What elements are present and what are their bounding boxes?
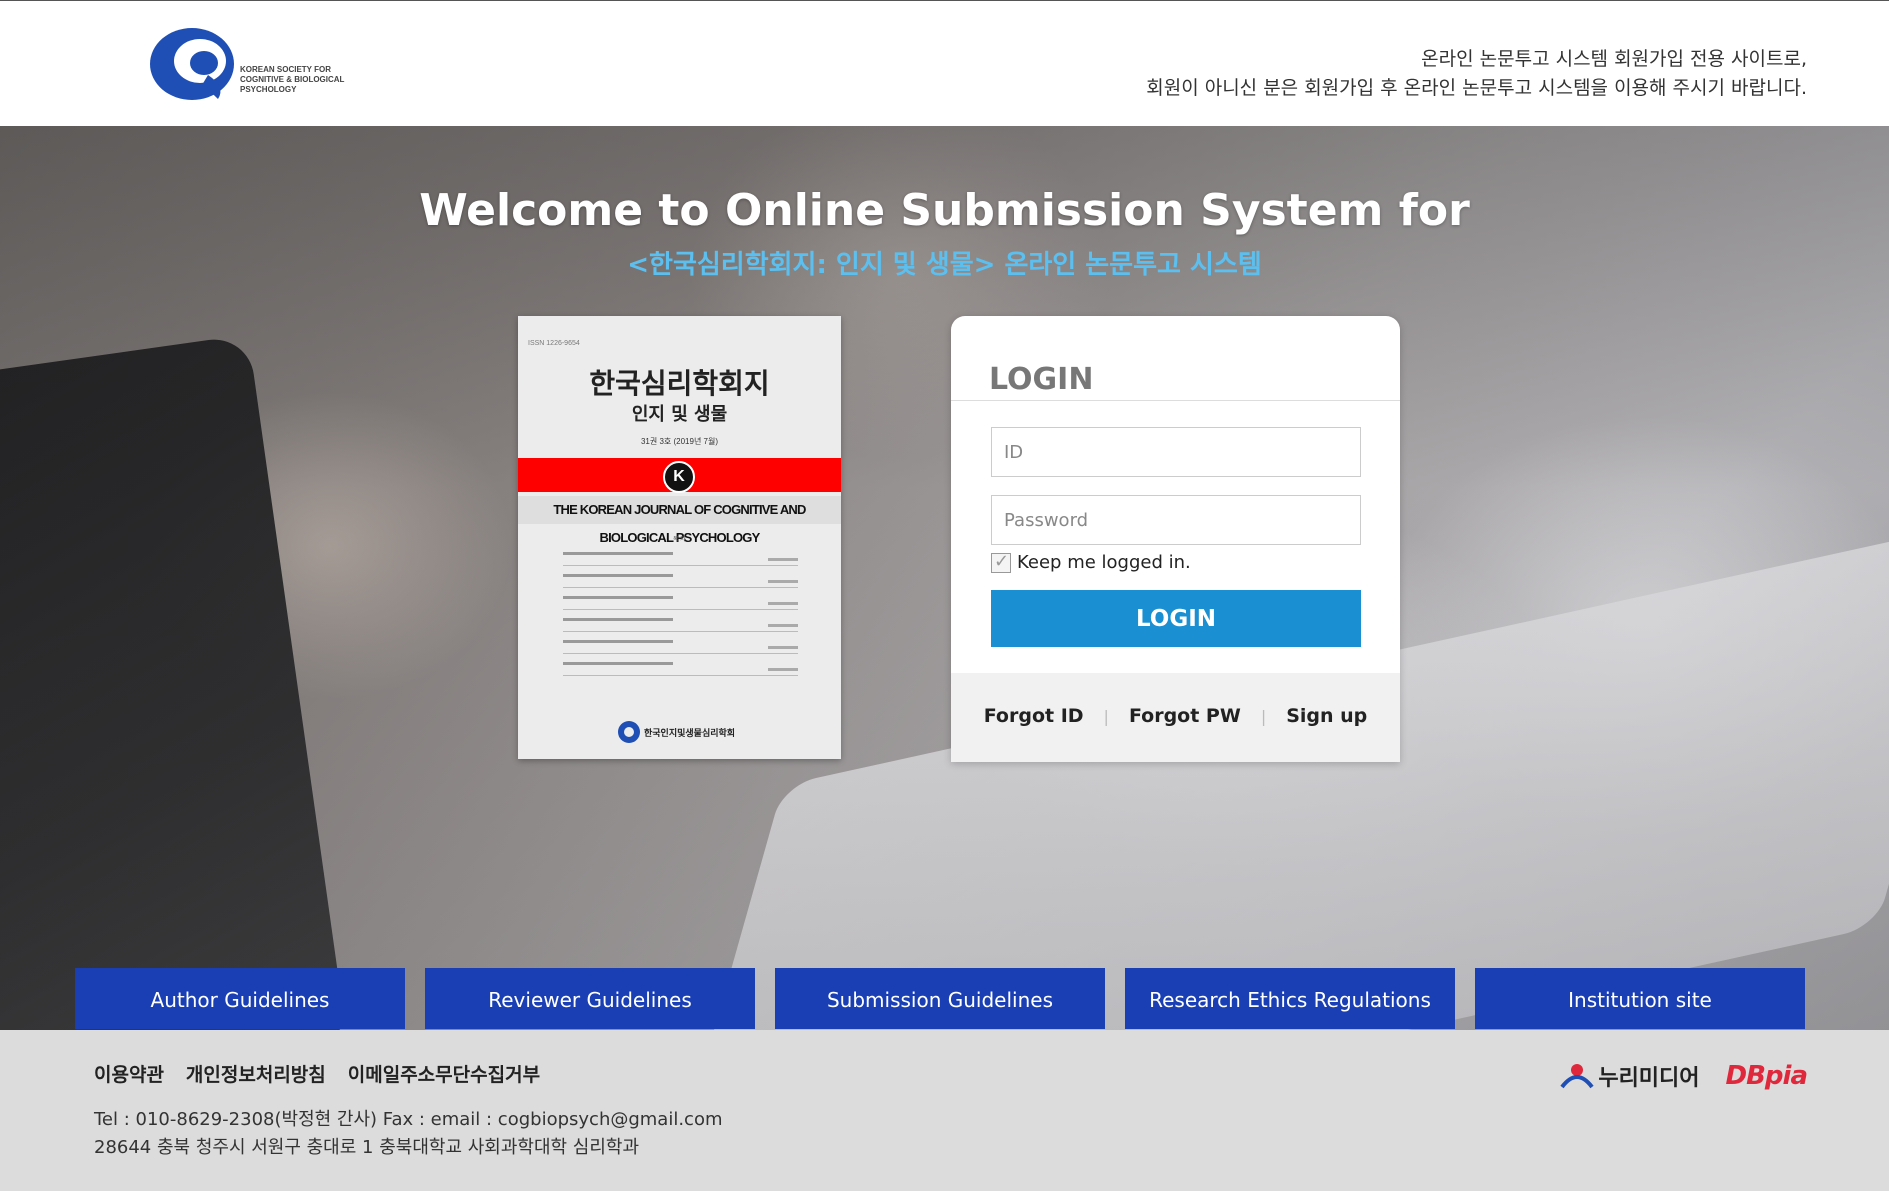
notice-line: 온라인 논문투고 시스템 회원가입 전용 사이트로,	[1421, 48, 1807, 70]
toc-line	[563, 610, 798, 632]
cover-issn: ISSN 1226-9654	[528, 340, 580, 347]
dbpia-logo[interactable]: DBpia	[1726, 1061, 1808, 1091]
author-guidelines-button[interactable]: Author Guidelines	[75, 968, 405, 1029]
cover-title: 한국심리학회지	[589, 367, 770, 400]
reviewer-guidelines-button[interactable]: Reviewer Guidelines	[425, 968, 755, 1029]
submission-guidelines-button[interactable]: Submission Guidelines	[775, 968, 1105, 1029]
logo-text: KOREAN SOCIETY FOR COGNITIVE & BIOLOGICA…	[240, 65, 345, 94]
footer-info: Tel : 010-8629-2308(박정현 간사) Fax : email …	[94, 1106, 723, 1162]
cover-toc	[563, 544, 798, 676]
nurimedia-logo[interactable]: 누리미디어	[1560, 1060, 1700, 1092]
cover-toc-heading: 목 차	[673, 537, 686, 543]
login-button[interactable]: LOGIN	[991, 590, 1361, 647]
toc-line	[563, 544, 798, 566]
email-collection-refusal-link[interactable]: 이메일주소무단수집거부	[348, 1060, 540, 1087]
institution-site-button[interactable]: Institution site	[1475, 968, 1805, 1029]
keep-logged-in[interactable]: Keep me logged in.	[991, 551, 1191, 573]
logo-mark-icon	[150, 28, 234, 100]
keep-logged-in-checkbox[interactable]	[991, 551, 1011, 573]
partner-logos: 누리미디어 DBpia	[1560, 1060, 1808, 1092]
site-header: KOREAN SOCIETY FOR COGNITIVE & BIOLOGICA…	[0, 0, 1889, 126]
footer-address: 28644 충북 청주시 서원구 충대로 1 충북대학교 사회과학대학 심리학과	[94, 1137, 640, 1158]
publisher-logo-icon	[618, 721, 640, 743]
society-logo[interactable]: KOREAN SOCIETY FOR COGNITIVE & BIOLOGICA…	[148, 25, 348, 103]
toc-line	[563, 566, 798, 588]
journal-subtitle: <한국심리학회지: 인지 및 생물> 온라인 논문투고 시스템	[627, 250, 1262, 280]
welcome-heading: Welcome to Online Submission System for	[419, 185, 1470, 236]
cover-seal-icon: K	[663, 461, 695, 493]
login-footer: Forgot ID | Forgot PW | Sign up	[951, 673, 1400, 762]
login-panel: LOGIN Keep me logged in. LOGIN Forgot ID…	[951, 316, 1400, 762]
keep-logged-in-label: Keep me logged in.	[1017, 552, 1191, 573]
login-title: LOGIN	[989, 362, 1094, 397]
cover-volume: 31권 3호 (2019년 7월)	[640, 437, 719, 446]
cover-english-title: THE KOREAN JOURNAL OF COGNITIVE AND BIOL…	[518, 496, 841, 545]
privacy-policy-link[interactable]: 개인정보처리방침	[186, 1060, 326, 1087]
publisher-name: 한국인지및생물심리학회	[644, 727, 736, 738]
account-links: Forgot ID | Forgot PW | Sign up	[951, 705, 1400, 727]
research-ethics-button[interactable]: Research Ethics Regulations	[1125, 968, 1455, 1029]
nurimedia-mark-icon	[1560, 1064, 1594, 1089]
footer-contact: Tel : 010-8629-2308(박정현 간사) Fax : email …	[94, 1109, 723, 1130]
notice-line: 회원이 아니신 분은 회원가입 후 온라인 논문투고 시스템을 이용해 주시기 …	[1146, 77, 1807, 99]
cover-subtitle: 인지 및 생물	[631, 404, 728, 425]
site-footer: 이용약관 개인정보처리방침 이메일주소무단수집거부 Tel : 010-8629…	[0, 1030, 1889, 1191]
sign-up-link[interactable]: Sign up	[1266, 705, 1387, 727]
id-input[interactable]	[991, 427, 1361, 477]
signup-notice: 온라인 논문투고 시스템 회원가입 전용 사이트로, 회원이 아니신 분은 회원…	[1146, 45, 1807, 103]
nurimedia-name: 누리미디어	[1598, 1066, 1700, 1091]
forgot-pw-link[interactable]: Forgot PW	[1109, 705, 1261, 727]
forgot-id-link[interactable]: Forgot ID	[964, 705, 1104, 727]
toc-line	[563, 654, 798, 676]
toc-line	[563, 632, 798, 654]
journal-cover: ISSN 1226-9654 한국심리학회지 인지 및 생물 31권 3호 (2…	[518, 316, 841, 759]
terms-link[interactable]: 이용약관	[94, 1060, 164, 1087]
cover-publisher: 한국인지및생물심리학회	[618, 721, 735, 743]
login-divider	[951, 400, 1400, 401]
password-input[interactable]	[991, 495, 1361, 545]
footer-links: 이용약관 개인정보처리방침 이메일주소무단수집거부	[94, 1060, 540, 1087]
toc-line	[563, 588, 798, 610]
